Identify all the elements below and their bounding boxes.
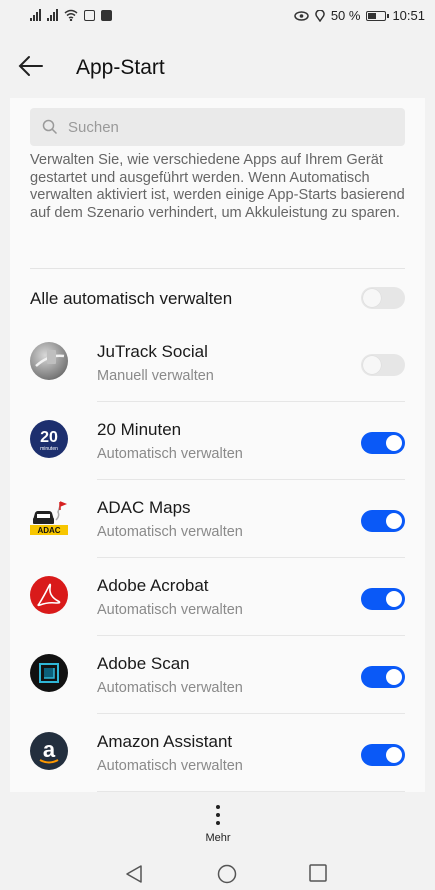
app-status: Automatisch verwalten [97,680,243,696]
clock: 10:51 [392,8,425,23]
description-text: Verwalten Sie, wie verschiedene Apps auf… [30,152,405,221]
main-content: Verwalten Sie, wie verschiedene Apps auf… [10,98,425,792]
wifi-icon [64,9,78,21]
app-row-adac-maps[interactable]: ADAC ADAC Maps Automatisch verwalten [30,480,405,558]
cell-signal-icon [30,9,41,21]
search-bar[interactable] [30,108,405,146]
app-bar: App-Start [0,34,435,98]
adobe-scan-icon [30,654,68,692]
location-icon [315,9,325,22]
nav-home-icon[interactable] [217,864,237,884]
20-minuten-icon-text: 20 [40,429,58,446]
nav-recents-icon[interactable] [309,864,327,882]
back-arrow-icon[interactable] [18,54,44,78]
app-name: JuTrack Social [97,342,208,361]
adobe-acrobat-icon [30,576,68,614]
app-row-adobe-scan[interactable]: Adobe Scan Automatisch verwalten [30,636,405,714]
status-bar: 50 % 10:51 [0,0,435,34]
nav-back-icon[interactable] [125,864,143,884]
app-name: Adobe Acrobat [97,576,209,595]
more-label: Mehr [205,832,231,844]
app-toggle-adac-maps[interactable] [361,510,405,532]
battery-icon [366,10,390,21]
jutrack-icon [30,342,68,380]
app-status: Automatisch verwalten [97,446,243,462]
status-left [30,9,112,21]
app-status: Automatisch verwalten [97,602,243,618]
system-navigation-bar [0,854,435,890]
more-button[interactable]: Mehr [196,802,240,848]
app-toggle-jutrack-social[interactable] [361,354,405,376]
status-right: 50 % 10:51 [294,8,425,23]
adac-icon-text: ADAC [37,526,60,535]
manage-all-label: Alle automatisch verwalten [30,289,233,308]
eye-comfort-icon [294,10,309,21]
app-name: Adobe Scan [97,654,190,673]
app-row-amazon-assistant[interactable]: a Amazon Assistant Automatisch verwalten [30,714,405,792]
amazon-icon-text: a [43,737,56,762]
app-status: Automatisch verwalten [97,524,243,540]
adac-maps-icon: ADAC [30,498,68,536]
app-name: Amazon Assistant [97,732,233,751]
app-row-jutrack-social[interactable]: JuTrack Social Manuell verwalten [30,324,405,402]
20-minuten-icon-subtext: minuten [40,446,58,452]
more-vertical-icon [196,805,240,825]
app-row-20-minuten[interactable]: 20 minuten 20 Minuten Automatisch verwal… [30,402,405,480]
calendar-icon [101,9,112,21]
cell-signal-2-icon [47,9,58,21]
section-divider [30,268,405,269]
app-toggle-20-minuten[interactable] [361,432,405,454]
search-icon [42,119,58,135]
page-title: App-Start [76,56,165,79]
app-name: ADAC Maps [97,498,191,517]
gallery-icon [84,9,95,21]
manage-all-toggle[interactable] [361,287,405,309]
search-input[interactable] [66,117,390,137]
app-status: Manuell verwalten [97,368,214,384]
bottom-action-bar: Mehr [0,792,435,854]
app-toggle-adobe-scan[interactable] [361,666,405,688]
amazon-assistant-icon: a [30,732,68,770]
app-toggle-adobe-acrobat[interactable] [361,588,405,610]
app-row-adobe-acrobat[interactable]: Adobe Acrobat Automatisch verwalten [30,558,405,636]
app-name: 20 Minuten [97,420,182,439]
app-toggle-amazon-assistant[interactable] [361,744,405,766]
20-minuten-icon: 20 minuten [30,420,68,458]
manage-all-row[interactable]: Alle automatisch verwalten [30,274,405,322]
app-status: Automatisch verwalten [97,758,243,774]
battery-percent: 50 % [330,8,361,23]
